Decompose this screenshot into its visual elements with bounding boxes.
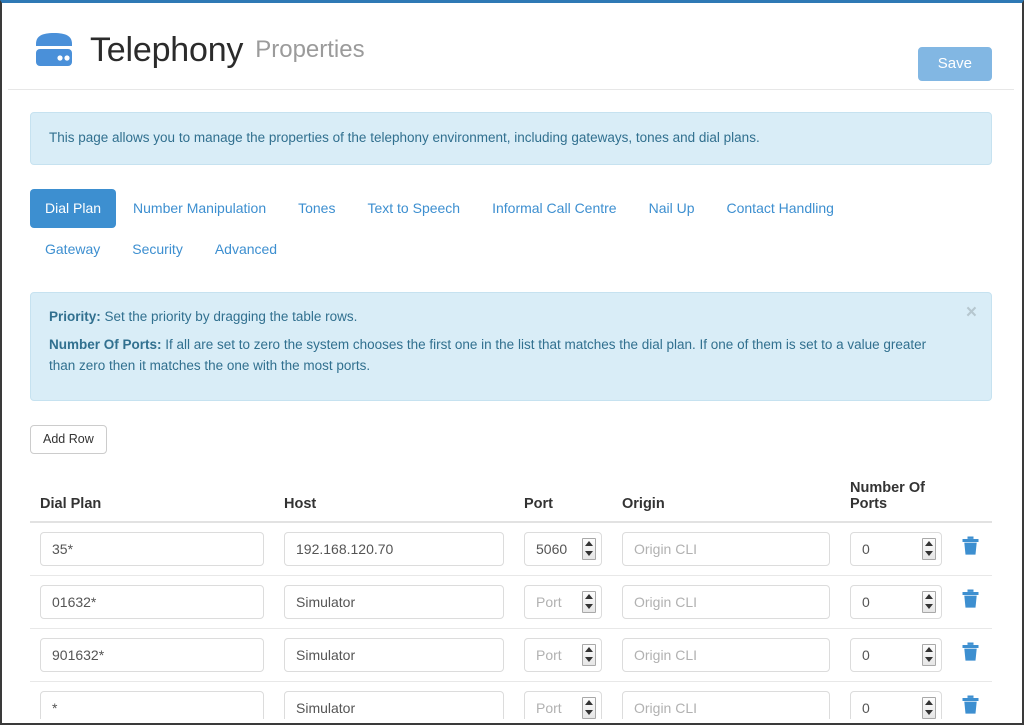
- tab-tones[interactable]: Tones: [283, 189, 350, 229]
- column-header-number-of-ports: Number Of Ports: [840, 479, 952, 523]
- cell-dial-plan: [30, 681, 274, 719]
- table-header: Dial Plan Host Port Origin Number Of Por…: [30, 479, 992, 523]
- cell-number-of-ports: [840, 575, 952, 629]
- table-body: [30, 521, 992, 719]
- cell-number-of-ports: [840, 521, 952, 576]
- host-input[interactable]: [284, 584, 504, 619]
- page-title: Telephony: [90, 31, 244, 69]
- origin-input[interactable]: [622, 584, 830, 619]
- cell-host: [274, 681, 514, 719]
- cell-port: [514, 681, 612, 719]
- tab-gateway[interactable]: Gateway: [30, 230, 115, 270]
- tab-advanced[interactable]: Advanced: [200, 230, 292, 270]
- cell-port: [514, 628, 612, 682]
- page-content: Telephony Properties Save This page allo…: [8, 5, 1014, 719]
- cell-dial-plan: [30, 575, 274, 629]
- trash-icon[interactable]: [962, 536, 979, 556]
- table-row: [30, 521, 992, 576]
- dial-plan-input[interactable]: [40, 531, 264, 566]
- cell-host: [274, 521, 514, 576]
- alert-ports-line: Number Of Ports: If all are set to zero …: [49, 335, 951, 377]
- port-stepper[interactable]: [582, 643, 596, 666]
- number-of-ports-stepper[interactable]: [922, 696, 936, 719]
- host-input[interactable]: [284, 690, 504, 719]
- alert-priority-text: Set the priority by dragging the table r…: [100, 309, 358, 325]
- number-of-ports-stepper[interactable]: [922, 590, 936, 613]
- origin-input[interactable]: [622, 531, 830, 566]
- port-stepper[interactable]: [582, 537, 596, 560]
- tab-dial-plan[interactable]: Dial Plan: [30, 188, 117, 229]
- table-row: [30, 575, 992, 629]
- cell-number-of-ports: [840, 681, 952, 719]
- column-header-delete: [952, 479, 992, 523]
- column-header-port: Port: [514, 479, 612, 523]
- dial-plan-input[interactable]: [40, 690, 264, 719]
- port-stepper[interactable]: [582, 696, 596, 719]
- table-header-row: Dial Plan Host Port Origin Number Of Por…: [30, 479, 992, 523]
- origin-input[interactable]: [622, 637, 830, 672]
- trash-icon[interactable]: [962, 695, 979, 715]
- cell-port: [514, 575, 612, 629]
- trash-icon[interactable]: [962, 642, 979, 662]
- server-icon: [30, 30, 78, 70]
- alert-ports-text: If all are set to zero the system choose…: [49, 337, 927, 373]
- dial-plan-table-wrapper: Dial Plan Host Port Origin Number Of Por…: [30, 479, 992, 719]
- column-header-dial-plan: Dial Plan: [30, 479, 274, 523]
- alert-priority-line: Priority: Set the priority by dragging t…: [49, 307, 951, 328]
- browser-window: Telephony Properties Save This page allo…: [0, 0, 1024, 725]
- tab-informal-call-centre[interactable]: Informal Call Centre: [477, 189, 632, 229]
- dial-plan-input[interactable]: [40, 584, 264, 619]
- tab-bar: Dial Plan Number Manipulation Tones Text…: [30, 188, 935, 272]
- tab-nail-up[interactable]: Nail Up: [634, 189, 710, 229]
- table-toolbar: Add Row: [30, 424, 992, 454]
- add-row-button[interactable]: Add Row: [30, 424, 107, 454]
- info-banner: This page allows you to manage the prope…: [30, 112, 992, 165]
- save-button[interactable]: Save: [917, 47, 992, 81]
- cell-delete: [952, 628, 992, 682]
- trash-icon[interactable]: [962, 589, 979, 609]
- number-of-ports-stepper[interactable]: [922, 537, 936, 560]
- alert-ports-label: Number Of Ports:: [49, 337, 162, 352]
- cell-origin: [612, 681, 840, 719]
- table-row: [30, 681, 992, 719]
- cell-delete: [952, 681, 992, 719]
- port-stepper[interactable]: [582, 590, 596, 613]
- cell-origin: [612, 628, 840, 682]
- tab-text-to-speech[interactable]: Text to Speech: [352, 189, 475, 229]
- cell-dial-plan: [30, 521, 274, 576]
- priority-alert: Priority: Set the priority by dragging t…: [30, 292, 992, 401]
- table-row: [30, 628, 992, 682]
- dial-plan-table: Dial Plan Host Port Origin Number Of Por…: [30, 479, 992, 719]
- cell-port: [514, 521, 612, 576]
- host-input[interactable]: [284, 531, 504, 566]
- tab-security[interactable]: Security: [117, 230, 198, 270]
- number-of-ports-stepper[interactable]: [922, 643, 936, 666]
- cell-number-of-ports: [840, 628, 952, 682]
- cell-origin: [612, 575, 840, 629]
- close-icon[interactable]: ×: [966, 303, 977, 322]
- tab-contact-handling[interactable]: Contact Handling: [712, 189, 849, 229]
- alert-priority-label: Priority:: [49, 309, 101, 325]
- cell-delete: [952, 575, 992, 629]
- cell-host: [274, 575, 514, 629]
- page-header: Telephony Properties Save: [8, 5, 1014, 90]
- cell-origin: [612, 521, 840, 576]
- host-input[interactable]: [284, 637, 504, 672]
- page-subtitle: Properties: [255, 36, 365, 63]
- cell-delete: [952, 521, 992, 576]
- cell-dial-plan: [30, 628, 274, 682]
- column-header-origin: Origin: [612, 479, 840, 523]
- dial-plan-input[interactable]: [40, 637, 264, 672]
- column-header-host: Host: [274, 479, 514, 523]
- origin-input[interactable]: [622, 690, 830, 719]
- tab-number-manipulation[interactable]: Number Manipulation: [118, 189, 281, 229]
- cell-host: [274, 628, 514, 682]
